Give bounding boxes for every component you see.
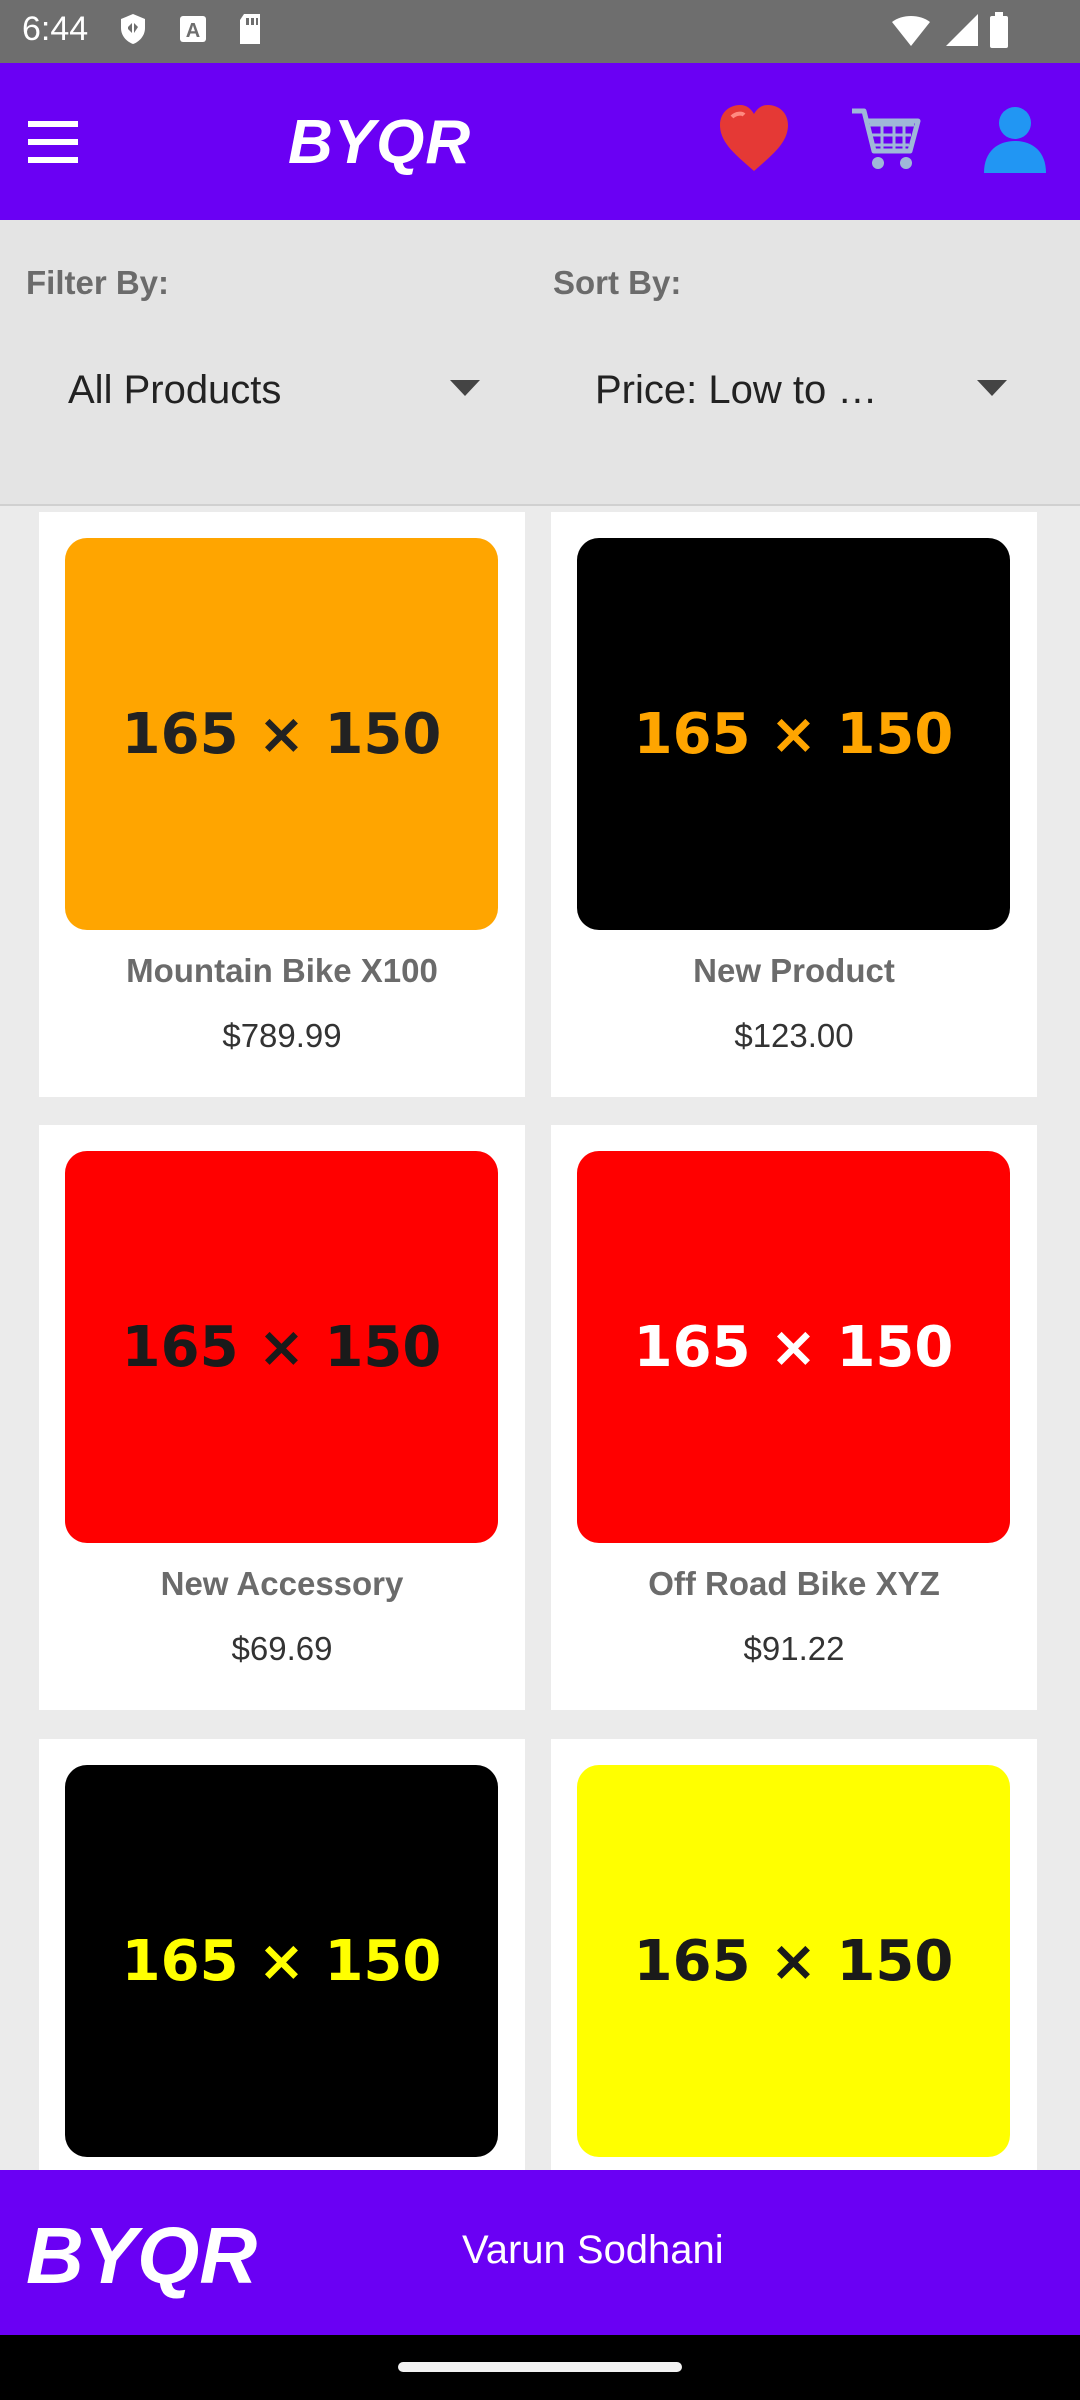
account-icon[interactable] (980, 103, 1050, 175)
product-card[interactable]: 165 × 150 (39, 1739, 525, 2170)
product-card[interactable]: 165 × 150 New Product $123.00 (551, 512, 1037, 1097)
footer-bar: BYQR Varun Sodhani (0, 2170, 1080, 2335)
sd-card-icon (240, 14, 260, 44)
product-card[interactable]: 165 × 150 Off Road Bike XYZ $91.22 (551, 1125, 1037, 1710)
menu-icon[interactable] (28, 121, 80, 163)
product-name: New Product (693, 952, 895, 989)
status-time: 6:44 (22, 10, 89, 48)
shield-icon (121, 14, 145, 44)
app-bar: BYQR (0, 63, 1080, 220)
product-image: 165 × 150 (65, 538, 498, 930)
status-bar: 6:44 A (0, 0, 1080, 63)
product-card[interactable]: 165 × 150 (551, 1739, 1037, 2170)
sort-dropdown[interactable]: Price: Low to … (595, 350, 1007, 430)
battery-icon (990, 12, 1008, 48)
home-gesture-handle[interactable] (398, 2362, 682, 2372)
chevron-down-icon (450, 380, 480, 396)
filter-label: Filter By: (26, 264, 170, 301)
sort-label: Sort By: (553, 264, 682, 301)
filter-sort-panel: Filter By: Sort By: All Products Price: … (0, 220, 1080, 506)
sort-value: Price: Low to … (595, 367, 878, 412)
chevron-down-icon (977, 380, 1007, 396)
signal-icon (946, 14, 978, 46)
footer-logo: BYQR (26, 2211, 258, 2300)
product-price: $91.22 (743, 1630, 845, 1667)
filter-value: All Products (68, 367, 282, 412)
product-name: Mountain Bike X100 (126, 952, 438, 989)
product-image: 165 × 150 (65, 1765, 498, 2157)
product-price: $69.69 (231, 1630, 333, 1667)
product-price: $123.00 (734, 1017, 854, 1054)
app-title: BYQR (288, 108, 472, 177)
product-card[interactable]: 165 × 150 Mountain Bike X100 $789.99 (39, 512, 525, 1097)
font-icon: A (180, 16, 206, 42)
heart-icon[interactable] (716, 103, 792, 175)
wifi-icon (892, 16, 930, 46)
product-name: Off Road Bike XYZ (648, 1565, 940, 1602)
product-image: 165 × 150 (577, 538, 1010, 930)
svg-text:A: A (186, 20, 200, 42)
product-grid: 165 × 150 Mountain Bike X100 $789.99 165… (0, 505, 1080, 2170)
product-image: 165 × 150 (577, 1151, 1010, 1543)
product-image: 165 × 150 (65, 1151, 498, 1543)
product-image: 165 × 150 (577, 1765, 1010, 2157)
product-name: New Accessory (160, 1565, 404, 1602)
cart-icon[interactable] (848, 103, 922, 175)
system-nav-bar (0, 2335, 1080, 2400)
product-card[interactable]: 165 × 150 New Accessory $69.69 (39, 1125, 525, 1710)
product-price: $789.99 (222, 1017, 342, 1054)
filter-dropdown[interactable]: All Products (68, 350, 480, 430)
footer-user-name: Varun Sodhani (462, 2228, 724, 2272)
